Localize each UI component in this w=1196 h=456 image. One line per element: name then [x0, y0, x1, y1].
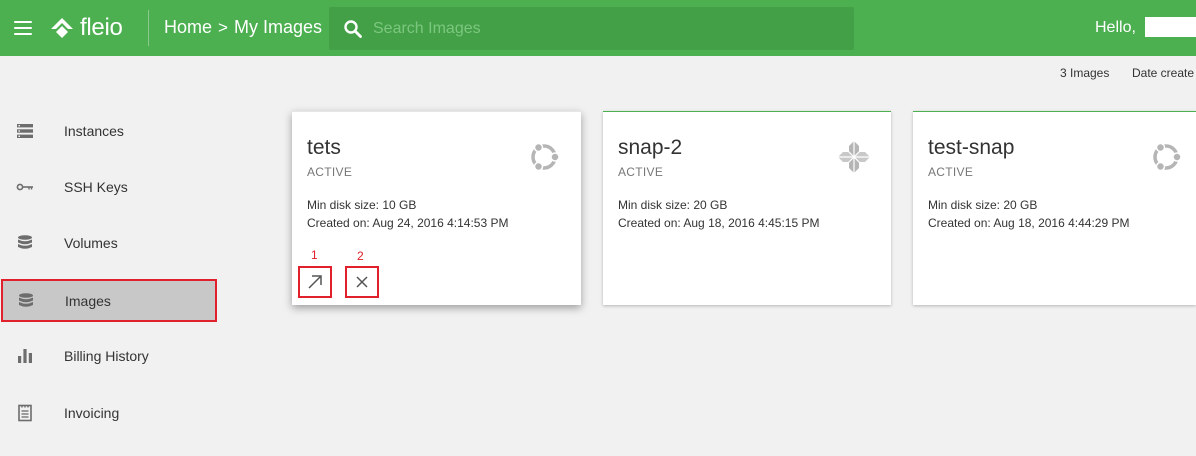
image-status: ACTIVE — [928, 165, 974, 179]
image-title: tets — [307, 136, 341, 159]
image-status: ACTIVE — [618, 165, 664, 179]
sidebar-item-label: Images — [65, 292, 111, 309]
image-min-disk: Min disk size: 20 GB — [928, 198, 1038, 212]
sidebar-item-volumes[interactable]: Volumes — [0, 222, 216, 264]
hamburger-menu-icon[interactable] — [14, 20, 34, 36]
centos-icon — [838, 141, 870, 173]
sidebar-item-instances[interactable]: Instances — [0, 110, 216, 152]
images-count: 3 Images — [1060, 66, 1110, 80]
sort-selector[interactable]: Date create — [1132, 66, 1194, 80]
image-created-on: Created on: Aug 18, 2016 4:44:29 PM — [928, 216, 1130, 230]
sidebar-item-label: SSH Keys — [64, 179, 128, 195]
image-title: snap-2 — [618, 136, 683, 159]
breadcrumb-home[interactable]: Home — [164, 17, 212, 38]
image-min-disk: Min disk size: 10 GB — [307, 198, 417, 212]
ubuntu-icon — [531, 142, 560, 172]
bar-chart-icon — [18, 349, 32, 363]
image-card-test-snap[interactable]: test-snap ACTIVE Min disk size: 20 GB Cr… — [913, 111, 1196, 305]
image-card-snap-2[interactable]: snap-2 ACTIVE Min disk size: 20 GB Creat… — [603, 111, 891, 305]
logo[interactable]: fleio — [48, 12, 123, 44]
image-min-disk: Min disk size: 20 GB — [618, 198, 728, 212]
image-card-tets[interactable]: tets ACTIVE Min disk size: 10 GB Created… — [292, 111, 581, 305]
fleio-logo-icon — [51, 18, 73, 38]
close-icon — [356, 276, 368, 288]
logo-text: fleio — [80, 14, 123, 41]
sidebar-item-ssh-keys[interactable]: SSH Keys — [0, 166, 216, 208]
image-created-on: Created on: Aug 24, 2016 4:14:53 PM — [307, 216, 509, 230]
arrow-up-right-icon — [308, 275, 322, 289]
search-box — [329, 7, 854, 50]
image-created-on: Created on: Aug 18, 2016 4:45:15 PM — [618, 216, 820, 230]
key-icon — [16, 183, 33, 191]
annotation-label-2: 2 — [357, 249, 364, 263]
search-icon — [344, 20, 362, 38]
sidebar-item-invoicing[interactable]: Invoicing — [0, 392, 216, 434]
breadcrumb-separator: > — [218, 17, 228, 37]
header-divider — [148, 10, 149, 46]
database-icon — [18, 235, 32, 249]
greeting: Hello, — [1095, 19, 1136, 36]
annotation-label-1: 1 — [311, 248, 318, 262]
ubuntu-icon — [1153, 142, 1182, 172]
delete-image-button[interactable] — [345, 266, 379, 298]
sidebar-item-label: Invoicing — [64, 405, 120, 421]
sidebar-item-images[interactable]: Images — [1, 279, 217, 322]
search-input[interactable] — [373, 15, 833, 42]
sidebar-item-billing-history[interactable]: Billing History — [0, 335, 216, 377]
sidebar-item-label: Volumes — [64, 235, 118, 251]
invoice-icon — [18, 404, 32, 422]
sidebar-item-label: Billing History — [64, 348, 149, 364]
top-bar: fleio Home > My Images Hello, — [0, 0, 1196, 56]
user-name-redacted[interactable] — [1145, 17, 1196, 37]
breadcrumb: Home > My Images — [164, 17, 322, 38]
sidebar-item-label: Instances — [64, 123, 124, 139]
launch-image-button[interactable] — [298, 266, 332, 298]
breadcrumb-current: My Images — [233, 17, 322, 37]
server-list-icon — [17, 124, 33, 138]
image-status: ACTIVE — [307, 165, 353, 179]
images-icon — [19, 292, 33, 307]
image-title: test-snap — [928, 136, 1015, 159]
